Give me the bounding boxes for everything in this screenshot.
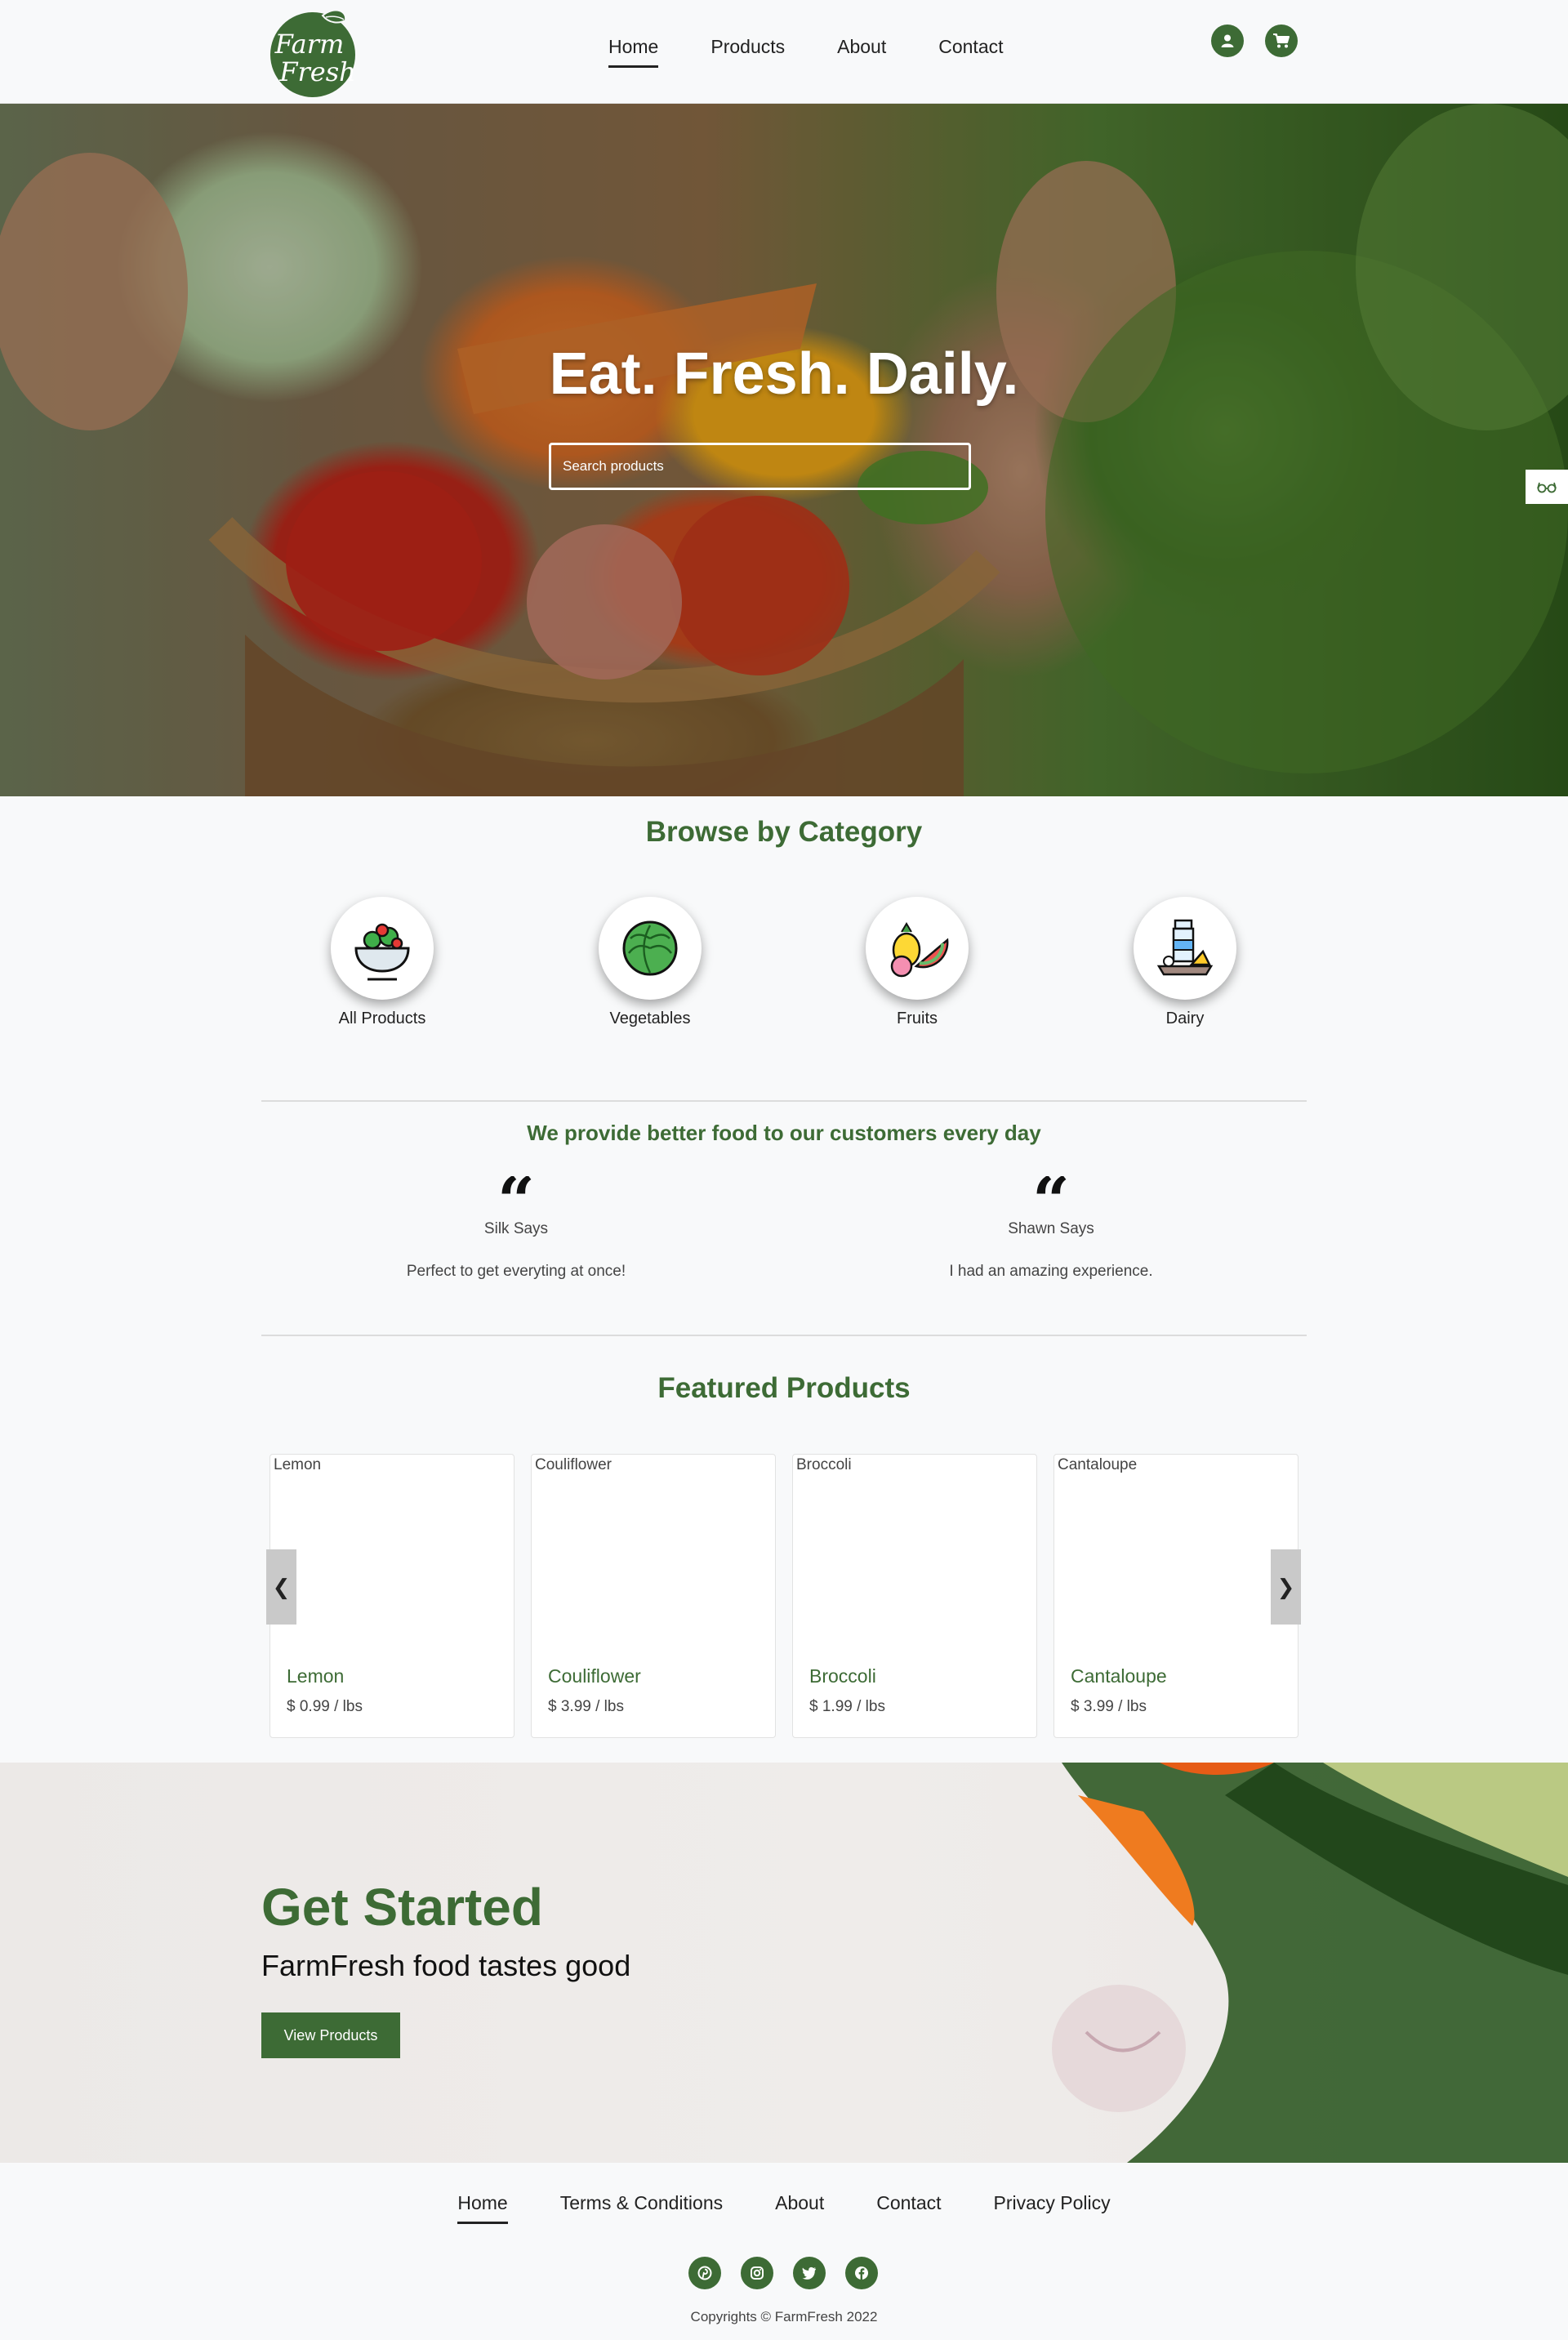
featured-products-title: Featured Products bbox=[657, 1372, 911, 1404]
divider bbox=[261, 1335, 1307, 1336]
get-started-title: Get Started bbox=[261, 1878, 543, 1937]
broken-image-placeholder: Cantaloupe bbox=[1058, 1456, 1138, 1473]
testimonial-text: Perfect to get everyting at once! bbox=[406, 1263, 626, 1280]
divider bbox=[261, 1100, 1307, 1102]
pinterest-icon[interactable] bbox=[688, 2257, 721, 2289]
broken-image-placeholder: Lemon bbox=[274, 1456, 322, 1473]
category-fruits[interactable]: Fruits bbox=[835, 897, 999, 1028]
product-name[interactable]: Broccoli bbox=[809, 1665, 876, 1687]
facebook-icon[interactable] bbox=[845, 2257, 878, 2289]
footer-nav-about[interactable]: About bbox=[757, 2179, 842, 2226]
cabbage-icon[interactable] bbox=[599, 897, 702, 1000]
category-label: All Products bbox=[338, 1010, 426, 1027]
fruits-icon[interactable] bbox=[866, 897, 969, 1000]
view-products-button[interactable]: View Products bbox=[261, 2012, 400, 2058]
instagram-icon[interactable] bbox=[741, 2257, 773, 2289]
testimonials-title: We provide better food to our customers … bbox=[527, 1121, 1041, 1145]
logo-text-fresh: Fresh bbox=[278, 56, 355, 87]
main-nav: Home Products About Contact bbox=[590, 18, 1038, 69]
category-label: Dairy bbox=[1165, 1010, 1205, 1027]
category-vegetables[interactable]: Vegetables bbox=[568, 897, 732, 1028]
testimonial-card: “ Shawn Says I had an amazing experience… bbox=[839, 1176, 1263, 1281]
footer-nav-privacy[interactable]: Privacy Policy bbox=[976, 2179, 1129, 2226]
browse-category-title: Browse by Category bbox=[645, 816, 923, 848]
category-dairy[interactable]: Dairy bbox=[1103, 897, 1267, 1028]
product-name[interactable]: Cantaloupe bbox=[1071, 1665, 1167, 1687]
logo-text-farm: Farm bbox=[274, 29, 345, 60]
twitter-icon[interactable] bbox=[793, 2257, 826, 2289]
testimonial-name: Shawn Says bbox=[1008, 1220, 1094, 1237]
nav-home[interactable]: Home bbox=[590, 18, 676, 69]
hero-banner: Eat. Fresh. Daily. bbox=[0, 104, 1568, 796]
testimonial-card: “ Silk Says Perfect to get everyting at … bbox=[304, 1176, 728, 1281]
product-card[interactable]: Couliflower Couliflower $ 3.99 / lbs bbox=[531, 1454, 776, 1738]
product-card[interactable]: Broccoli Broccoli $ 1.99 / lbs bbox=[792, 1454, 1037, 1738]
broken-image-placeholder: Broccoli bbox=[796, 1456, 852, 1473]
product-price: $ 3.99 / lbs bbox=[548, 1698, 624, 1715]
footer-nav: Home Terms & Conditions About Contact Pr… bbox=[0, 2179, 1568, 2226]
get-started-section: Get Started FarmFresh food tastes good V… bbox=[0, 1763, 1568, 2163]
site-header: Farm Fresh Home Products About Contact bbox=[0, 0, 1568, 104]
product-price: $ 1.99 / lbs bbox=[809, 1698, 885, 1715]
broken-image-placeholder: Couliflower bbox=[535, 1456, 612, 1473]
category-label: Vegetables bbox=[609, 1010, 691, 1027]
salad-bowl-icon[interactable] bbox=[331, 897, 434, 1000]
product-price: $ 3.99 / lbs bbox=[1071, 1698, 1147, 1715]
nav-products[interactable]: Products bbox=[693, 18, 803, 69]
product-name[interactable]: Couliflower bbox=[548, 1665, 641, 1687]
get-started-subtitle: FarmFresh food tastes good bbox=[261, 1949, 631, 1982]
category-all-products[interactable]: All Products bbox=[301, 897, 464, 1028]
testimonial-text: I had an amazing experience. bbox=[949, 1263, 1153, 1280]
dairy-icon[interactable] bbox=[1134, 897, 1236, 1000]
farmfresh-logo[interactable]: Farm Fresh bbox=[265, 6, 360, 99]
nav-about[interactable]: About bbox=[819, 18, 904, 69]
user-icon[interactable] bbox=[1211, 25, 1244, 57]
carousel-prev-button[interactable]: ❮ bbox=[266, 1549, 296, 1625]
footer-nav-home[interactable]: Home bbox=[439, 2179, 525, 2226]
product-name[interactable]: Lemon bbox=[287, 1665, 344, 1687]
category-label: Fruits bbox=[897, 1010, 938, 1027]
glasses-icon[interactable] bbox=[1526, 470, 1568, 504]
search-input[interactable] bbox=[549, 443, 971, 490]
footer-nav-terms[interactable]: Terms & Conditions bbox=[542, 2179, 741, 2226]
footer-nav-contact[interactable]: Contact bbox=[858, 2179, 959, 2226]
product-card[interactable]: Lemon Lemon $ 0.99 / lbs bbox=[270, 1454, 514, 1738]
carousel-next-button[interactable]: ❯ bbox=[1271, 1549, 1301, 1625]
testimonial-name: Silk Says bbox=[483, 1220, 549, 1237]
vegetables-image bbox=[1052, 1763, 1568, 2163]
cart-icon[interactable] bbox=[1265, 25, 1298, 57]
product-card[interactable]: Cantaloupe Cantaloupe $ 3.99 / lbs bbox=[1054, 1454, 1298, 1738]
nav-contact[interactable]: Contact bbox=[920, 18, 1021, 69]
copyright-text: Copyrights © FarmFresh 2022 bbox=[690, 2309, 878, 2324]
product-price: $ 0.99 / lbs bbox=[287, 1698, 363, 1715]
quote-icon: “ bbox=[1031, 1176, 1070, 1215]
hero-title: Eat. Fresh. Daily. bbox=[549, 341, 1019, 407]
quote-icon: “ bbox=[497, 1176, 535, 1215]
